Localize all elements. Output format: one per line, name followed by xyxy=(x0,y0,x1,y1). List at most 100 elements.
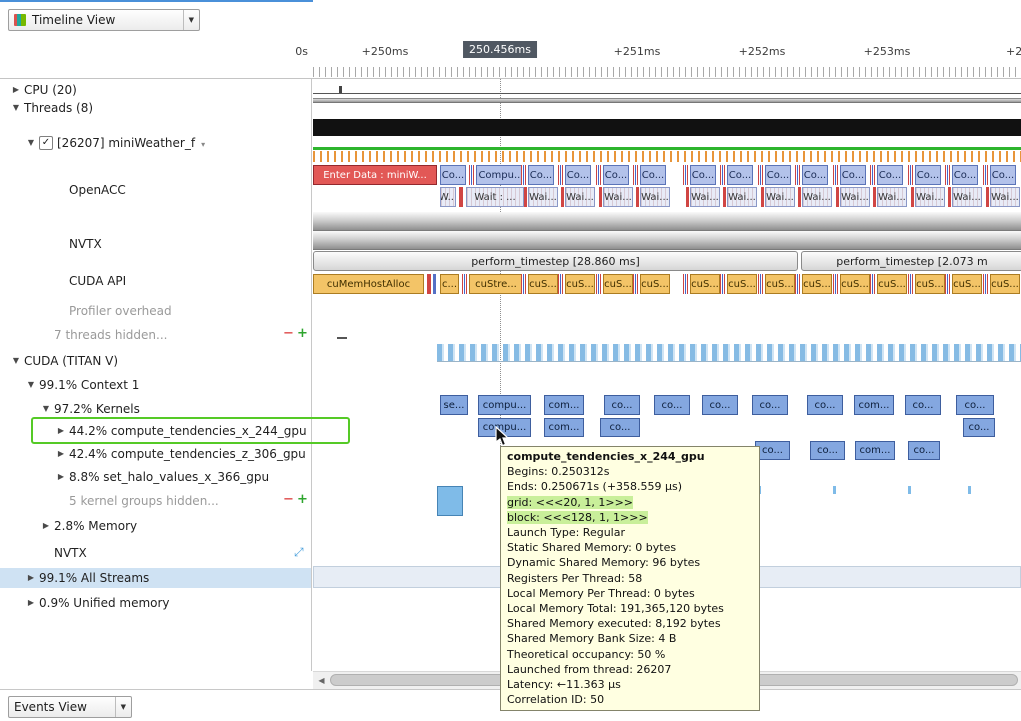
kernels-summary-block[interactable]: co... xyxy=(956,395,994,415)
openacc-launch-block[interactable]: Co... xyxy=(765,165,791,185)
kernels-summary-block[interactable]: compu... xyxy=(478,395,531,415)
cuda-api-block[interactable]: cuMemHostAlloc xyxy=(313,274,424,294)
sidebar-item-cuda-titan-v[interactable]: ▼CUDA (TITAN V) xyxy=(0,351,311,371)
kernels-summary-block[interactable]: co... xyxy=(807,395,843,415)
collapse-arrow-icon[interactable]: ▼ xyxy=(10,103,22,112)
sidebar-item-97-2-kernels[interactable]: ▼97.2% Kernels xyxy=(0,399,311,419)
remove-hidden-rows-button[interactable]: − xyxy=(283,326,294,341)
expand-arrow-icon[interactable]: ▶ xyxy=(55,472,67,481)
expand-arrow-icon[interactable]: ▶ xyxy=(55,426,67,435)
openacc-launch-block[interactable]: Co... xyxy=(952,165,978,185)
expand-arrow-icon[interactable]: ▶ xyxy=(25,598,37,607)
openacc-wait-block[interactable]: Wai... xyxy=(603,187,633,207)
cuda-api-block[interactable]: cuS... xyxy=(640,274,670,294)
kernels-summary-block[interactable]: co... xyxy=(654,395,690,415)
openacc-launch-block[interactable]: Co... xyxy=(990,165,1016,185)
sidebar-item-cuda-api[interactable]: CUDA API xyxy=(0,271,311,291)
collapse-arrow-icon[interactable]: ▼ xyxy=(10,356,22,365)
openacc-launch-block[interactable]: Co... xyxy=(603,165,629,185)
restore-hidden-rows-button[interactable]: + xyxy=(297,492,308,507)
scroll-left-button[interactable]: ◀ xyxy=(314,673,329,688)
kernels-summary-block[interactable]: co... xyxy=(905,395,941,415)
restore-hidden-rows-button[interactable]: + xyxy=(297,326,308,341)
nvtx-ranges-block[interactable]: perform_timestep [2.073 m xyxy=(801,251,1021,271)
cuda-api-block[interactable]: cuS... xyxy=(528,274,558,294)
kernels-summary-block[interactable]: se... xyxy=(440,395,468,415)
sidebar-item-nvtx[interactable]: NVTX⤢ xyxy=(0,543,311,563)
expand-arrow-icon[interactable]: ▶ xyxy=(10,85,22,94)
remove-hidden-rows-button[interactable]: − xyxy=(283,492,294,507)
chevron-down-icon[interactable]: ▼ xyxy=(115,697,131,717)
kernels-summary-block[interactable]: co... xyxy=(752,395,788,415)
expand-row-icon[interactable]: ⤢ xyxy=(294,545,304,560)
openacc-wait-block[interactable]: Wai... xyxy=(640,187,670,207)
openacc-wait-block[interactable]: W... xyxy=(440,187,456,207)
kernel-x244-block[interactable]: co... xyxy=(600,418,640,437)
sidebar-item-openacc[interactable]: OpenACC xyxy=(0,180,311,200)
openacc-wait-block[interactable]: Wai... xyxy=(690,187,720,207)
cuda-api-block[interactable]: cuS... xyxy=(915,274,945,294)
sidebar-item-8-8-set-halo-values-x-366-gpu[interactable]: ▶8.8% set_halo_values_x_366_gpu xyxy=(0,467,311,487)
cuda-api-block[interactable]: cuS... xyxy=(877,274,907,294)
openacc-launch-block[interactable]: Compu... xyxy=(476,165,526,185)
sidebar-item-2-8-memory[interactable]: ▶2.8% Memory xyxy=(0,516,311,536)
collapse-arrow-icon[interactable]: ▼ xyxy=(25,380,37,389)
process-checkbox[interactable]: ✓ xyxy=(39,136,53,150)
kernels-summary-block[interactable]: co... xyxy=(604,395,640,415)
panel-divider[interactable] xyxy=(311,38,312,671)
cuda-api-block[interactable]: cuS... xyxy=(802,274,832,294)
sidebar-item-99-1-all-streams[interactable]: ▶99.1% All Streams xyxy=(0,568,311,588)
kernel-z306-block[interactable]: co... xyxy=(908,441,940,460)
kernel-x244-block[interactable]: com... xyxy=(544,418,584,437)
openacc-launch-block[interactable]: Co... xyxy=(690,165,716,185)
expand-arrow-icon[interactable]: ▶ xyxy=(25,573,37,582)
nvtx-ranges-block[interactable]: perform_timestep [28.860 ms] xyxy=(313,251,798,271)
sidebar-item-99-1-context-1[interactable]: ▼99.1% Context 1 xyxy=(0,375,311,395)
openacc-wait-block[interactable]: Wai... xyxy=(952,187,982,207)
kernels-summary-block[interactable]: com... xyxy=(544,395,584,415)
expand-arrow-icon[interactable]: ▶ xyxy=(40,521,52,530)
sidebar-item-cpu-20[interactable]: ▶CPU (20) xyxy=(0,80,311,100)
cuda-api-block[interactable]: cuStre... xyxy=(469,274,523,294)
process-dropdown-caret-icon[interactable]: ▾ xyxy=(201,140,205,149)
sidebar-item-42-4-compute-tendencies-z-306-gpu[interactable]: ▶42.4% compute_tendencies_z_306_gpu xyxy=(0,444,311,464)
cuda-api-block[interactable]: c... xyxy=(440,274,459,294)
openacc-launch-block[interactable]: Co... xyxy=(440,165,466,185)
openacc-launch-block[interactable]: Co... xyxy=(915,165,941,185)
openacc-wait-block[interactable]: Wai... xyxy=(915,187,945,207)
sidebar-item-26207-miniweather-f[interactable]: ▼✓[26207] miniWeather_f▾ xyxy=(0,133,311,153)
events-view-dropdown[interactable]: Events View ▼ xyxy=(8,696,132,718)
openacc-launch-block[interactable]: Co... xyxy=(802,165,828,185)
openacc-wait-block[interactable]: Wai... xyxy=(727,187,757,207)
cuda-api-block[interactable]: cuS... xyxy=(840,274,870,294)
collapse-arrow-icon[interactable]: ▼ xyxy=(40,404,52,413)
openacc-launch-block[interactable]: Co... xyxy=(877,165,903,185)
openacc-wait-block[interactable]: Wai... xyxy=(528,187,558,207)
openacc-wait-block[interactable]: Wai... xyxy=(765,187,795,207)
kernel-z306-block[interactable]: co... xyxy=(810,441,845,460)
cuda-api-block[interactable]: cuS... xyxy=(952,274,982,294)
openacc-launch-block[interactable]: Co... xyxy=(528,165,554,185)
openacc-launch-block[interactable]: Co... xyxy=(640,165,666,185)
cuda-api-block[interactable]: cuS... xyxy=(565,274,595,294)
cuda-api-block[interactable]: cuS... xyxy=(990,274,1020,294)
cuda-api-block[interactable]: cuS... xyxy=(690,274,720,294)
kernel-z306-block[interactable]: co... xyxy=(755,441,790,460)
cuda-api-block[interactable]: cuS... xyxy=(765,274,795,294)
openacc-wait-block[interactable]: Wai... xyxy=(565,187,595,207)
openacc-wait-block[interactable]: Wai... xyxy=(802,187,832,207)
cuda-api-block[interactable]: cuS... xyxy=(603,274,633,294)
openacc-launch-block[interactable]: Co... xyxy=(727,165,753,185)
sidebar-item-nvtx[interactable]: NVTX xyxy=(0,234,311,254)
sidebar-item-7-threads-hidden[interactable]: 7 threads hidden...−+ xyxy=(0,325,311,345)
sidebar-item-threads-8[interactable]: ▼Threads (8) xyxy=(0,98,311,118)
expand-arrow-icon[interactable]: ▶ xyxy=(55,449,67,458)
sidebar-item-profiler-overhead[interactable]: Profiler overhead xyxy=(0,301,311,321)
kernels-summary-block[interactable]: com... xyxy=(854,395,894,415)
collapse-arrow-icon[interactable]: ▼ xyxy=(25,138,37,147)
openacc-launch-block[interactable]: Enter Data : miniW... xyxy=(313,165,437,185)
openacc-launch-block[interactable]: Co... xyxy=(565,165,591,185)
kernel-z306-block[interactable]: com... xyxy=(855,441,895,460)
openacc-launch-block[interactable]: Co... xyxy=(840,165,866,185)
memory-block[interactable] xyxy=(437,486,463,516)
